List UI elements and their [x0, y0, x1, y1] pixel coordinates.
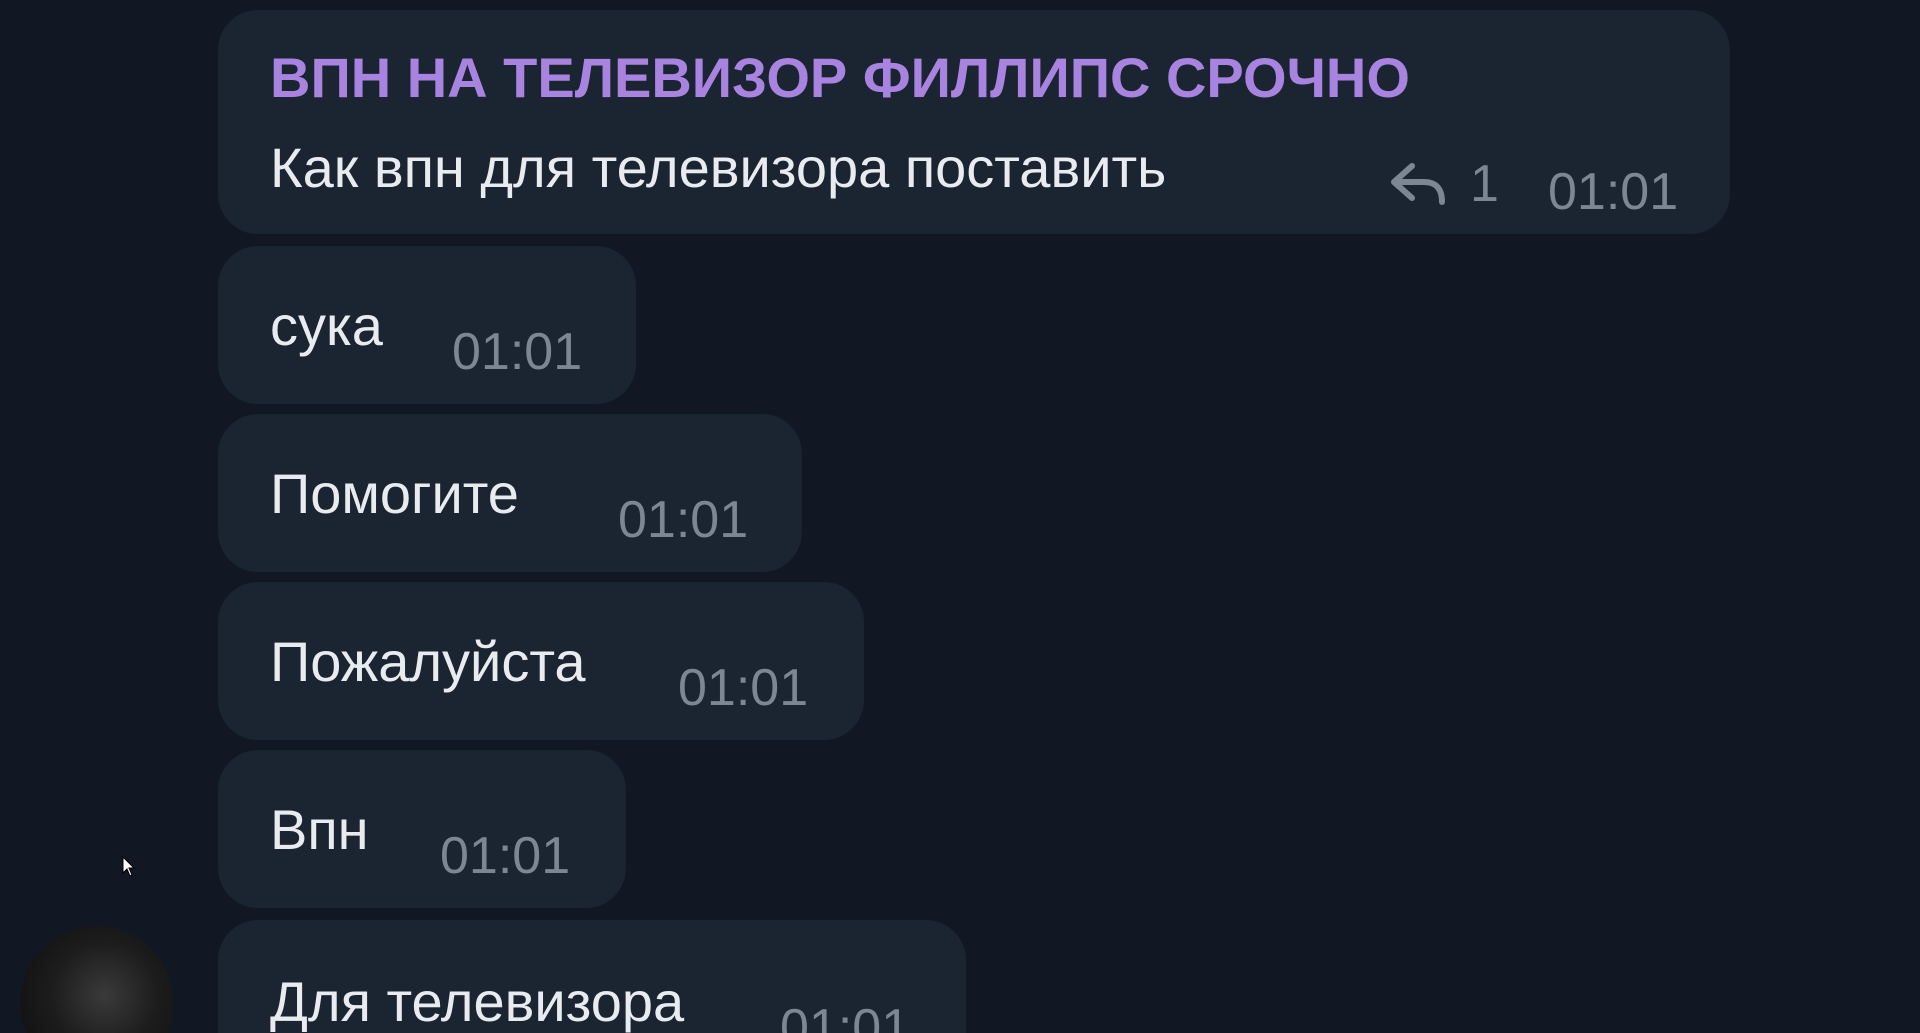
message-bubble[interactable]: ВПН НА ТЕЛЕВИЗОР ФИЛЛИПС СРОЧНО Как впн …: [218, 10, 1730, 234]
message-time: 01:01: [1548, 163, 1679, 221]
message-bubble[interactable]: Для телевизора 01:01: [218, 920, 966, 1033]
message-text: Для телевизора: [270, 970, 685, 1033]
message-bubble[interactable]: Помогите 01:01: [218, 414, 802, 572]
message-time: 01:01: [780, 999, 911, 1033]
sender-name[interactable]: ВПН НА ТЕЛЕВИЗОР ФИЛЛИПС СРОЧНО: [270, 50, 1410, 106]
message-text: Пожалуйста: [270, 630, 586, 693]
message-time: 01:01: [678, 659, 809, 717]
message-text: сука: [270, 294, 383, 357]
user-avatar[interactable]: [20, 926, 174, 1033]
chat-message-area: ВПН НА ТЕЛЕВИЗОР ФИЛЛИПС СРОЧНО Как впн …: [0, 0, 1920, 1033]
message-text: Впн: [270, 798, 369, 861]
mouse-cursor-icon: [122, 856, 136, 877]
message-text: Как впн для телевизора поставить: [270, 136, 1167, 199]
message-time: 01:01: [618, 491, 749, 549]
message-time: 01:01: [452, 323, 583, 381]
replies-indicator[interactable]: 1: [1388, 158, 1499, 210]
reply-arrow-icon: [1391, 163, 1445, 205]
message-bubble[interactable]: Впн 01:01: [218, 750, 626, 908]
message-text: Помогите: [270, 462, 519, 525]
message-bubble[interactable]: Пожалуйста 01:01: [218, 582, 864, 740]
message-bubble[interactable]: сука 01:01: [218, 246, 636, 404]
message-time: 01:01: [440, 827, 571, 885]
reply-count: 1: [1470, 155, 1499, 213]
